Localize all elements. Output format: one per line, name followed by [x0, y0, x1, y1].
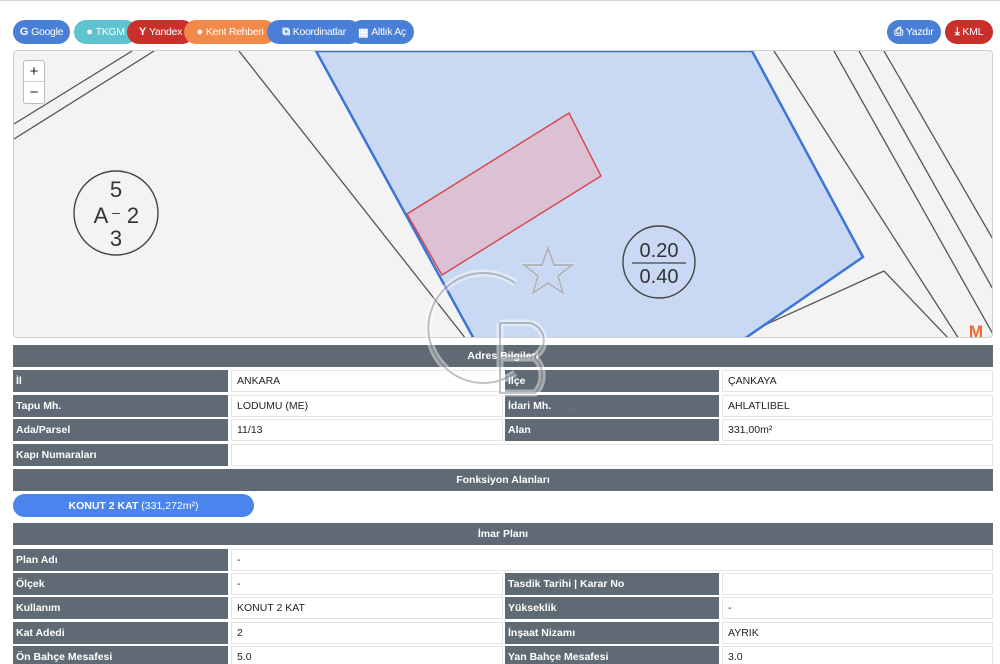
tasdik-tarihi-label: Tasdik Tarihi | Karar No [505, 573, 719, 595]
adres-row-kapi: Kapı Numaraları [13, 444, 993, 466]
adres-row-il: İl ANKARA İlçe ÇANKAYA [13, 370, 993, 392]
kapi-numaralari-label: Kapı Numaraları [13, 444, 228, 466]
map-pin-icon: ● [196, 26, 203, 38]
ilce-value: ÇANKAYA [722, 370, 993, 392]
tapu-mh-value: LODUMU (ME) [231, 395, 503, 417]
printer-icon: ⎙ [894, 25, 903, 38]
yazdir-button[interactable]: ⎙ Yazdır [887, 20, 941, 44]
adres-row-ada: Ada/Parsel 11/13 Alan 331,00m² [13, 419, 993, 441]
fonksiyon-alanlari-header: Fonksiyon Alanları [13, 469, 993, 491]
olcek-value: - [231, 573, 503, 595]
imar-row-bahce: Ön Bahçe Mesafesi 5.0 Yan Bahçe Mesafesi… [13, 646, 993, 664]
olcek-label: Ölçek [13, 573, 228, 595]
plan-adi-value: - [231, 549, 993, 571]
on-bahce-mesafesi-value: 5.0 [231, 646, 503, 664]
map-toolbar: G Google ● TKGM Y Yandex ● Kent Rehberi … [13, 20, 993, 44]
ratio-label-bottom: 0.40 [640, 266, 679, 288]
ada-parsel-value: 11/13 [231, 419, 503, 441]
tapu-mh-label: Tapu Mh. [13, 395, 228, 417]
parcel-polygon[interactable] [314, 51, 865, 338]
kent-rehberi-button[interactable]: ● Kent Rehberi [184, 20, 276, 44]
kapi-numaralari-value [231, 444, 993, 466]
kullanim-value: KONUT 2 KAT [231, 597, 503, 619]
kat-adedi-label: Kat Adedi [13, 622, 228, 644]
google-button-label: Google [31, 26, 64, 38]
ratio-label-top: 0.20 [640, 240, 679, 262]
imar-row-plan-adi: Plan Adı - [13, 549, 993, 571]
altlik-ac-button[interactable]: ▦ Altlık Aç [350, 20, 414, 44]
ada-parsel-label: Ada/Parsel [13, 419, 228, 441]
map-logo: M [969, 322, 983, 338]
copy-icon: ⧉ [282, 25, 290, 38]
zoom-in-button[interactable]: + [24, 61, 44, 82]
yukseklik-value: - [722, 597, 993, 619]
imar-plani-header: İmar Planı [13, 523, 993, 545]
il-label: İl [13, 370, 228, 392]
insaat-nizami-label: İnşaat Nizamı [505, 622, 719, 644]
yan-bahce-mesafesi-value: 3.0 [722, 646, 993, 664]
koordinatlar-button[interactable]: ⧉ Koordinatlar [267, 20, 361, 44]
alan-value: 331,00m² [722, 419, 993, 441]
imar-row-olcek: Ölçek - Tasdik Tarihi | Karar No [13, 573, 993, 595]
il-value: ANKARA [231, 370, 503, 392]
google-g-icon: G [19, 26, 29, 38]
fonksiyon-alani-item[interactable]: KONUT 2 KAT (331,272m²) [13, 494, 254, 517]
block-label-left: A [94, 203, 109, 228]
block-label-bottom: 3 [110, 226, 122, 251]
fonksiyon-alani-area: (331,272m²) [141, 499, 199, 512]
kat-adedi-value: 2 [231, 622, 503, 644]
kml-button[interactable]: ⤓ KML [945, 20, 993, 44]
block-label-top: 5 [110, 177, 122, 202]
yandex-y-icon: Y [138, 26, 146, 38]
block-label: 5 A – 2 3 [73, 170, 159, 256]
kullanim-label: Kullanım [13, 597, 228, 619]
map-canvas: 5 A – 2 3 0.20 0.40 M [14, 51, 992, 338]
block-label-right: 2 [127, 203, 139, 228]
parcel-map[interactable]: 5 A – 2 3 0.20 0.40 M + − [13, 50, 993, 338]
imar-row-kat: Kat Adedi 2 İnşaat Nizamı AYRIK [13, 622, 993, 644]
alan-label: Alan [505, 419, 719, 441]
yan-bahce-mesafesi-label: Yan Bahçe Mesafesi [505, 646, 719, 664]
adres-bilgileri-header: Adres Bilgileri [13, 345, 993, 367]
zoom-control: + − [23, 60, 45, 104]
kent-rehberi-button-label: Kent Rehberi [205, 26, 264, 38]
insaat-nizami-value: AYRIK [722, 622, 993, 644]
ilce-label: İlçe [505, 370, 719, 392]
koordinatlar-button-label: Koordinatlar [292, 26, 346, 38]
google-button[interactable]: G Google [13, 20, 70, 44]
adres-row-tapu: Tapu Mh. LODUMU (ME) İdari Mh. AHLATLIBE… [13, 395, 993, 417]
plan-adi-label: Plan Adı [13, 549, 228, 571]
zoom-out-button[interactable]: − [24, 82, 44, 103]
yukseklik-label: Yükseklik [505, 597, 719, 619]
tasdik-tarihi-value [722, 573, 993, 595]
imar-row-kullanim: Kullanım KONUT 2 KAT Yükseklik - [13, 597, 993, 619]
idari-mh-label: İdari Mh. [505, 395, 719, 417]
altlik-ac-button-label: Altlık Aç [371, 26, 406, 38]
fonksiyon-alani-name: KONUT 2 KAT [68, 499, 139, 512]
yazdir-button-label: Yazdır [905, 26, 934, 38]
idari-mh-value: AHLATLIBEL [722, 395, 993, 417]
map-icon: ▦ [358, 26, 369, 39]
block-label-dash: – [112, 204, 120, 220]
top-border [0, 0, 1000, 3]
map-pin-icon: ● [86, 26, 93, 38]
on-bahce-mesafesi-label: Ön Bahçe Mesafesi [13, 646, 228, 664]
kml-button-label: KML [962, 26, 984, 38]
download-icon: ⤓ [954, 25, 960, 38]
yandex-button-label: Yandex [149, 26, 183, 38]
tkgm-button-label: TKGM [95, 26, 125, 38]
